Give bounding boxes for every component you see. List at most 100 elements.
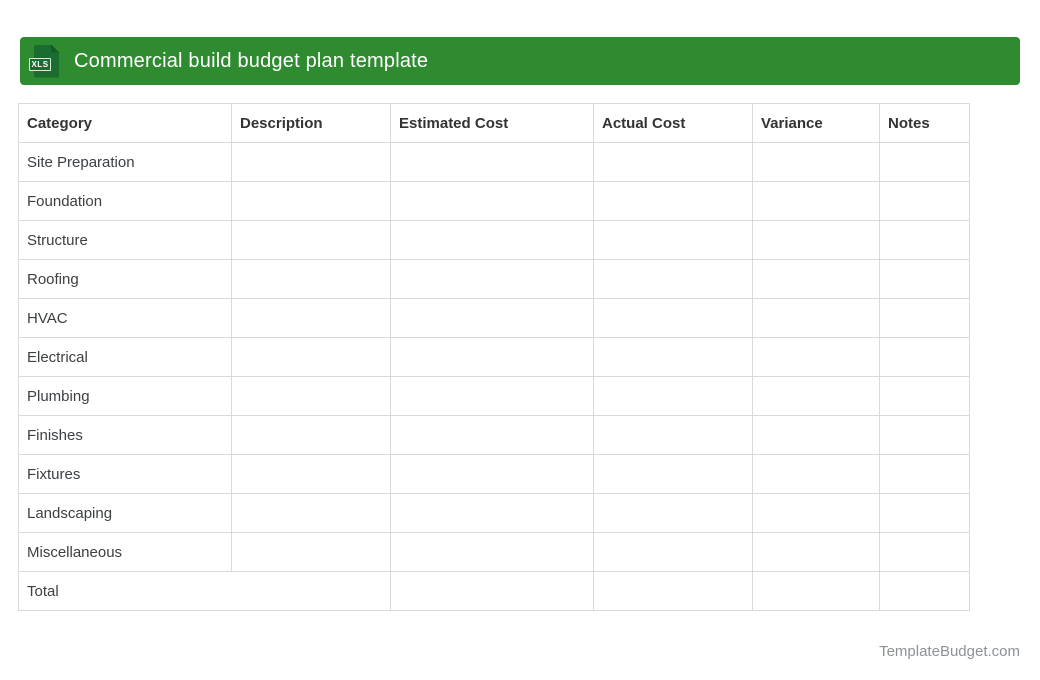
empty-cell [390,493,594,533]
empty-cell [752,142,880,182]
empty-cell [593,298,753,338]
table-row: Plumbing [18,376,970,416]
empty-cell [390,532,594,572]
empty-cell [593,181,753,221]
empty-cell [593,532,753,572]
table-row: Electrical [18,337,970,377]
category-cell: HVAC [18,298,232,338]
empty-cell [752,571,880,611]
empty-cell [752,493,880,533]
table-row: Miscellaneous [18,532,970,572]
empty-cell [879,493,970,533]
empty-cell [879,376,970,416]
table-row: Roofing [18,259,970,299]
category-cell: Structure [18,220,232,260]
empty-cell [390,337,594,377]
table-row: Landscaping [18,493,970,533]
empty-cell [752,220,880,260]
category-cell: Plumbing [18,376,232,416]
empty-cell [752,454,880,494]
empty-cell [390,181,594,221]
empty-cell [752,298,880,338]
xls-file-icon: XLS [29,44,59,78]
category-cell: Fixtures [18,454,232,494]
category-cell: Landscaping [18,493,232,533]
category-cell: Site Preparation [18,142,232,182]
empty-cell [752,532,880,572]
empty-cell [390,220,594,260]
empty-cell [593,493,753,533]
column-header-estimated-cost: Estimated Cost [390,103,594,143]
empty-cell [231,142,391,182]
table-row: Structure [18,220,970,260]
folded-corner [51,44,59,53]
category-cell: Foundation [18,181,232,221]
column-header-description: Description [231,103,391,143]
table-row: Site Preparation [18,142,970,182]
empty-cell [231,220,391,260]
total-section: Total [18,571,970,611]
budget-table: Category Description Estimated Cost Actu… [18,103,970,611]
empty-cell [879,298,970,338]
empty-cell [879,454,970,494]
empty-cell [231,493,391,533]
empty-cell [879,415,970,455]
empty-cell [390,376,594,416]
empty-cell [752,415,880,455]
page-title: Commercial build budget plan template [74,49,429,72]
empty-cell [231,532,391,572]
table-row: Fixtures [18,454,970,494]
empty-cell [231,298,391,338]
empty-cell [593,454,753,494]
total-label-cell: Total [18,571,391,611]
empty-cell [879,181,970,221]
empty-cell [390,415,594,455]
empty-cell [231,181,391,221]
table-header: Category Description Estimated Cost Actu… [18,103,970,143]
empty-cell [752,337,880,377]
empty-cell [593,142,753,182]
table-row: HVAC [18,298,970,338]
header-row: Category Description Estimated Cost Actu… [18,103,970,143]
empty-cell [593,571,753,611]
empty-cell [231,454,391,494]
empty-cell [593,220,753,260]
empty-cell [593,259,753,299]
empty-cell [390,571,594,611]
category-cell: Roofing [18,259,232,299]
title-bar: XLS Commercial build budget plan templat… [20,37,1020,85]
empty-cell [879,337,970,377]
total-row: Total [18,571,970,611]
empty-cell [879,142,970,182]
empty-cell [879,220,970,260]
category-cell: Electrical [18,337,232,377]
empty-cell [593,376,753,416]
empty-cell [752,181,880,221]
empty-cell [879,532,970,572]
xls-badge: XLS [29,57,51,71]
empty-cell [390,298,594,338]
empty-cell [390,259,594,299]
empty-cell [390,142,594,182]
table-row: Finishes [18,415,970,455]
empty-cell [879,571,970,611]
column-header-notes: Notes [879,103,970,143]
table-body: Site Preparation Foundation Structure Roofi… [18,142,970,572]
empty-cell [752,376,880,416]
table-row: Foundation [18,181,970,221]
empty-cell [231,259,391,299]
category-cell: Miscellaneous [18,532,232,572]
column-header-category: Category [18,103,232,143]
empty-cell [231,415,391,455]
column-header-variance: Variance [752,103,880,143]
empty-cell [231,376,391,416]
site-credit: TemplateBudget.com [879,643,1020,660]
empty-cell [593,415,753,455]
page: XLS Commercial build budget plan templat… [0,0,1040,680]
empty-cell [231,337,391,377]
empty-cell [593,337,753,377]
empty-cell [879,259,970,299]
column-header-actual-cost: Actual Cost [593,103,753,143]
empty-cell [752,259,880,299]
empty-cell [390,454,594,494]
